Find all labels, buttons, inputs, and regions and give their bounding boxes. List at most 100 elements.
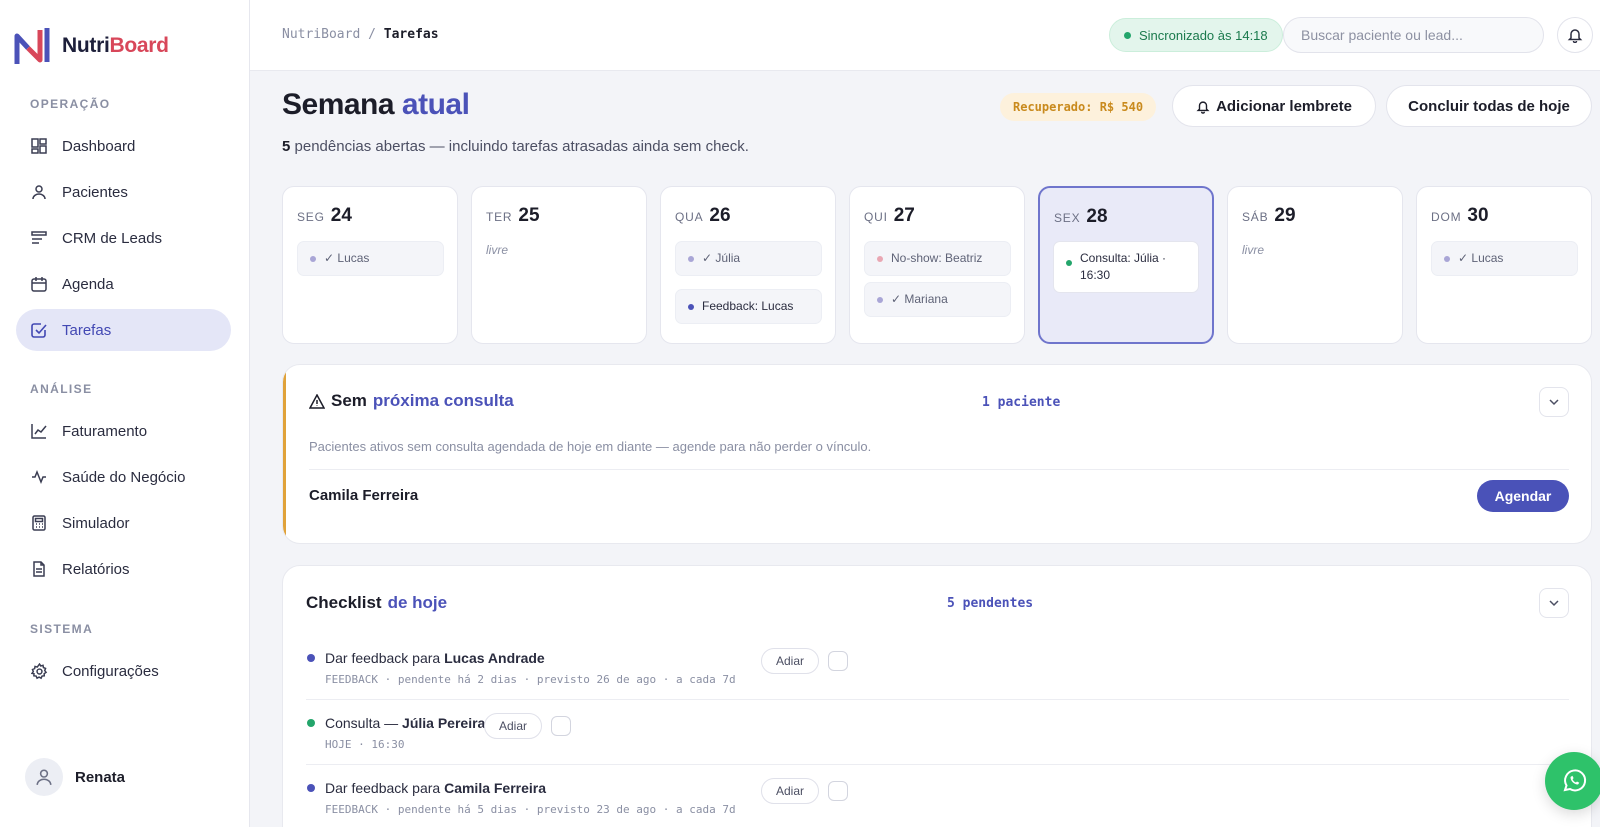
day-card-qui[interactable]: QUI 27 No-show: Beatriz ✓ Mariana xyxy=(849,186,1025,344)
user-name: Renata xyxy=(75,768,126,786)
card-title: Checklist de hoje xyxy=(306,593,448,612)
sidebar-item-relatorios[interactable]: Relatórios xyxy=(16,548,231,590)
sync-status-text: Sincronizado às 14:18 xyxy=(1139,27,1268,43)
task-status-dot xyxy=(307,654,315,662)
complete-all-today-button[interactable]: Concluir todas de hoje xyxy=(1386,85,1592,127)
checkbox-icon xyxy=(30,321,48,339)
topbar: NutriBoard / Tarefas Sincronizado às 14:… xyxy=(250,0,1600,71)
task-actions: Adiar xyxy=(761,648,849,674)
section-label-analise: ANÁLISE xyxy=(30,382,93,396)
day-free-label: livre xyxy=(1242,243,1265,257)
day-event-chip[interactable]: ✓ Lucas xyxy=(1431,241,1578,276)
sidebar-item-label: Pacientes xyxy=(62,183,128,201)
patient-name: Camila Ferreira xyxy=(309,487,419,504)
day-event-chip[interactable]: ✓ Lucas xyxy=(297,241,444,276)
day-card-seg[interactable]: SEG 24 ✓ Lucas xyxy=(282,186,458,344)
divider xyxy=(309,469,1569,470)
task-item: Dar feedback para Camila Ferreira FEEDBA… xyxy=(307,780,736,816)
sidebar-item-dashboard[interactable]: Dashboard xyxy=(16,125,231,167)
line-chart-icon xyxy=(30,422,48,440)
day-number: 27 xyxy=(893,205,915,226)
sidebar-item-label: Configurações xyxy=(62,662,159,680)
section-label-operacao: OPERAÇÃO xyxy=(30,97,111,111)
day-card-ter[interactable]: TER 25 livre xyxy=(471,186,647,344)
no-next-appointment-card: Sem próxima consulta 1 paciente Paciente… xyxy=(282,364,1592,544)
day-abbr: SEX xyxy=(1054,211,1081,225)
avatar xyxy=(25,758,63,796)
breadcrumb-separator: / xyxy=(368,27,376,42)
day-event-chip[interactable]: ✓ Mariana xyxy=(864,282,1011,317)
logo-icon xyxy=(14,28,50,64)
whatsapp-icon xyxy=(1563,769,1587,792)
task-status-dot xyxy=(307,784,315,792)
sidebar-item-tarefas[interactable]: Tarefas xyxy=(16,309,231,351)
day-event-chip[interactable]: No-show: Beatriz xyxy=(864,241,1011,276)
checklist-card: Checklist de hoje 5 pendentes Dar feedba… xyxy=(282,565,1592,827)
day-number: 26 xyxy=(709,205,731,226)
day-card-sab[interactable]: SÁB 29 livre xyxy=(1227,186,1403,344)
postpone-button[interactable]: Adiar xyxy=(484,713,543,739)
day-event-chip[interactable]: ✓ Júlia xyxy=(675,241,822,276)
postpone-button[interactable]: Adiar xyxy=(761,778,820,804)
task-checkbox[interactable] xyxy=(828,781,849,801)
pending-count: 5 pendentes xyxy=(947,596,1034,611)
day-card-dom[interactable]: DOM 30 ✓ Lucas xyxy=(1416,186,1592,344)
sidebar-item-label: Dashboard xyxy=(62,137,136,155)
grid-icon xyxy=(30,137,48,155)
page-title: Semana atual xyxy=(282,88,470,121)
calendar-icon xyxy=(30,275,48,293)
task-title: Dar feedback para Lucas Andrade xyxy=(325,650,545,666)
task-checkbox[interactable] xyxy=(551,716,572,736)
day-free-label: livre xyxy=(486,243,509,257)
task-meta: FEEDBACK · pendente há 5 dias · previsto… xyxy=(325,803,736,816)
day-event-chip[interactable]: Feedback: Lucas xyxy=(675,289,822,324)
notifications-button[interactable] xyxy=(1557,17,1593,53)
divider xyxy=(306,764,1569,765)
postpone-button[interactable]: Adiar xyxy=(761,648,820,674)
sidebar-item-label: Relatórios xyxy=(62,560,130,578)
bell-icon xyxy=(1196,100,1210,114)
sidebar-item-saude-do-negocio[interactable]: Saúde do Negócio xyxy=(16,456,231,498)
day-card-sex[interactable]: SEX 28 Consulta: Júlia · 16:30 xyxy=(1038,186,1214,344)
logo[interactable]: NutriBoard xyxy=(14,26,169,66)
sidebar-item-label: Faturamento xyxy=(62,422,148,440)
recovered-badge: Recuperado: R$ 540 xyxy=(1000,93,1157,121)
task-checkbox[interactable] xyxy=(828,651,849,671)
task-meta: HOJE · 16:30 xyxy=(325,738,405,751)
sidebar-item-faturamento[interactable]: Faturamento xyxy=(16,410,231,452)
breadcrumb-root[interactable]: NutriBoard xyxy=(282,27,360,42)
sidebar-item-label: Agenda xyxy=(62,275,114,293)
user-icon xyxy=(36,769,52,785)
search-input[interactable] xyxy=(1283,17,1544,53)
day-abbr: DOM xyxy=(1431,210,1462,224)
sidebar-item-crm-de-leads[interactable]: CRM de Leads xyxy=(16,217,231,259)
add-reminder-button[interactable]: Adicionar lembrete xyxy=(1172,85,1376,127)
chevron-down-icon xyxy=(1549,399,1559,406)
sync-status-badge: Sincronizado às 14:18 xyxy=(1109,18,1283,52)
task-status-dot xyxy=(307,719,315,727)
breadcrumb-current: Tarefas xyxy=(383,27,439,42)
list-icon xyxy=(30,229,48,247)
sidebar-item-label: Simulador xyxy=(62,514,130,532)
task-actions: Adiar xyxy=(484,713,572,739)
collapse-button[interactable] xyxy=(1539,588,1569,618)
gear-icon xyxy=(30,662,48,680)
activity-icon xyxy=(30,468,48,486)
day-abbr: QUA xyxy=(675,210,704,224)
task-title: Dar feedback para Camila Ferreira xyxy=(325,780,547,796)
day-number: 28 xyxy=(1086,206,1108,227)
collapse-button[interactable] xyxy=(1539,387,1569,417)
sidebar: NutriBoard OPERAÇÃO Dashboard Pacientes … xyxy=(0,0,250,827)
sidebar-item-agenda[interactable]: Agenda xyxy=(16,263,231,305)
whatsapp-button[interactable] xyxy=(1545,752,1600,810)
calculator-icon xyxy=(30,514,48,532)
schedule-button[interactable]: Agendar xyxy=(1477,480,1569,512)
day-event-chip[interactable]: Consulta: Júlia · 16:30 xyxy=(1053,241,1199,293)
day-card-qua[interactable]: QUA 26 ✓ Júlia Feedback: Lucas xyxy=(660,186,836,344)
day-number: 29 xyxy=(1274,205,1296,226)
user-menu[interactable]: Renata xyxy=(25,758,125,796)
sidebar-item-pacientes[interactable]: Pacientes xyxy=(16,171,231,213)
sidebar-item-configuracoes[interactable]: Configurações xyxy=(16,650,231,692)
sidebar-item-simulador[interactable]: Simulador xyxy=(16,502,231,544)
chevron-down-icon xyxy=(1549,600,1559,607)
